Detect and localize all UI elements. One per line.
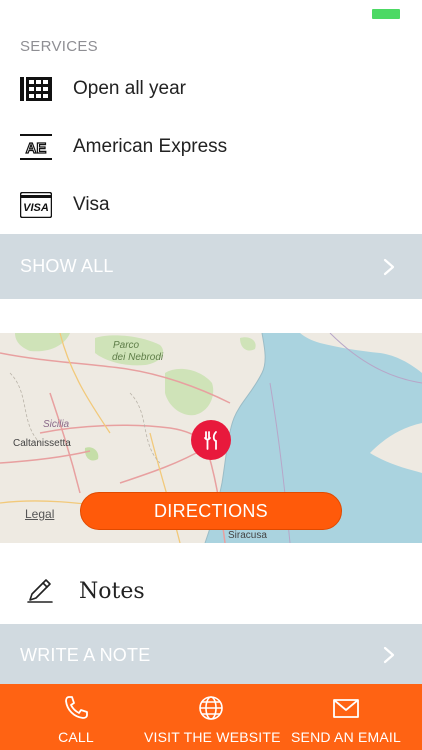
service-item-visa: VISA Visa — [0, 176, 422, 234]
pencil-icon — [27, 579, 53, 603]
battery-indicator — [372, 9, 400, 19]
services-title: SERVICES — [20, 38, 98, 55]
bottom-action-bar: CALL VISIT THE WEBSITE SEND AN EMAIL — [0, 684, 422, 750]
service-label: Open all year — [73, 78, 187, 99]
show-all-button[interactable]: SHOW ALL — [0, 234, 422, 299]
mail-icon — [333, 699, 359, 718]
chevron-right-icon — [383, 258, 395, 276]
visa-card-icon: VISA — [20, 192, 52, 218]
map-label-sicilia: Sicilia — [43, 419, 70, 430]
notes-row: Notes — [0, 560, 422, 622]
svg-text:AE: AE — [26, 140, 47, 157]
call-button[interactable]: CALL — [40, 684, 112, 750]
send-email-button[interactable]: SEND AN EMAIL — [290, 684, 402, 750]
service-item-open-all-year: Open all year — [0, 60, 422, 118]
restaurant-map-marker[interactable] — [191, 420, 231, 460]
call-label: CALL — [58, 729, 94, 745]
visit-website-label: VISIT THE WEBSITE — [144, 729, 281, 745]
map-label-nebrodi: dei Nebrodi — [112, 352, 164, 363]
calendar-grid-icon — [20, 77, 52, 101]
fork-knife-icon — [204, 431, 217, 450]
phone-icon — [65, 696, 88, 719]
map-label-siracusa: Siracusa — [228, 530, 267, 541]
map-legal-link[interactable]: Legal — [25, 507, 54, 521]
map-label-parco: Parco — [113, 340, 140, 351]
write-note-label: WRITE A NOTE — [20, 644, 151, 665]
globe-icon — [199, 696, 223, 720]
service-item-american-express: AE American Express — [0, 118, 422, 176]
chevron-right-icon — [383, 646, 395, 664]
svg-text:VISA: VISA — [23, 202, 49, 214]
notes-label: Notes — [79, 579, 145, 604]
write-note-button[interactable]: WRITE A NOTE — [0, 624, 422, 686]
service-label: Visa — [73, 194, 110, 215]
send-email-label: SEND AN EMAIL — [291, 729, 401, 745]
visit-website-button[interactable]: VISIT THE WEBSITE — [144, 684, 281, 750]
show-all-label: SHOW ALL — [20, 256, 114, 276]
service-label: American Express — [73, 136, 228, 157]
directions-button[interactable]: DIRECTIONS — [80, 492, 342, 530]
map-label-caltanissetta: Caltanissetta — [13, 438, 71, 449]
american-express-card-icon: AE — [20, 134, 52, 160]
